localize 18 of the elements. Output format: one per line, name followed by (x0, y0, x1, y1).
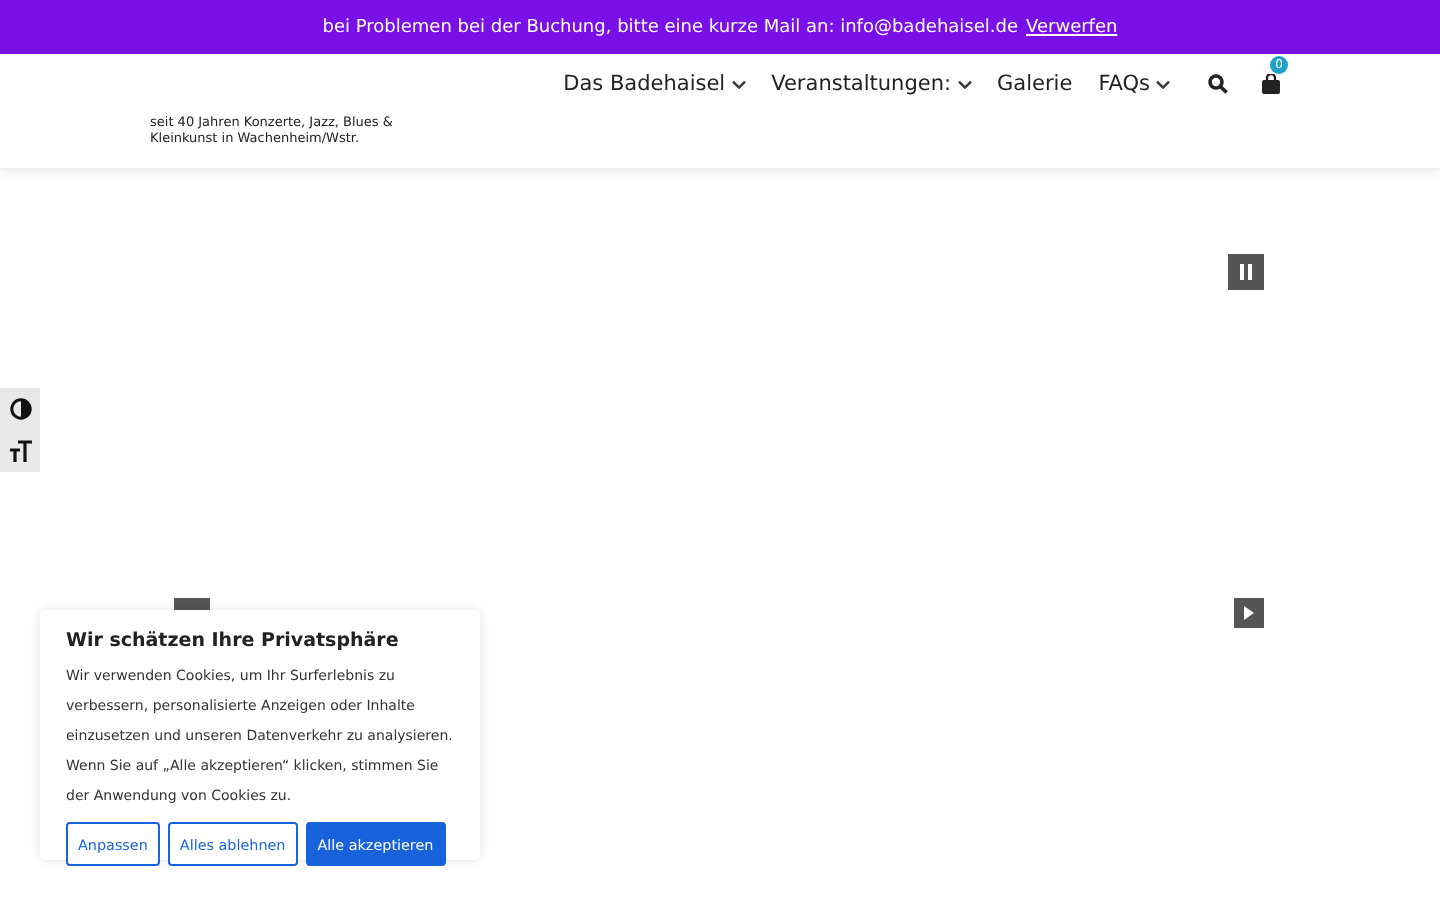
chevron-down-icon (957, 79, 972, 89)
notice-text: bei Problemen bei der Buchung, bitte eine kurze Mail an: info@badehaisel.de (322, 17, 1019, 37)
dismiss-link[interactable]: Verwerfen (1026, 17, 1118, 37)
next-button[interactable] (1234, 598, 1264, 628)
next-arrow-icon (1244, 606, 1254, 620)
pause-button[interactable] (1228, 254, 1264, 290)
chevron-down-icon (1156, 79, 1170, 89)
nav-link[interactable]: FAQs (1098, 72, 1170, 96)
nav-link[interactable]: Galerie (997, 72, 1073, 96)
nav-link[interactable]: Das Badehaisel (563, 72, 746, 96)
contrast-icon[interactable] (9, 398, 31, 420)
chevron-down-icon (731, 79, 746, 89)
dialog-title: Wir schätzen Ihre Privatsphäre (66, 630, 401, 652)
font-size-icon[interactable] (9, 440, 31, 462)
nav-link[interactable]: Veranstaltungen: (771, 72, 972, 96)
pause-icon (1240, 264, 1252, 280)
search-icon[interactable] (1208, 74, 1228, 94)
shopping-bag-icon[interactable] (1262, 74, 1280, 94)
